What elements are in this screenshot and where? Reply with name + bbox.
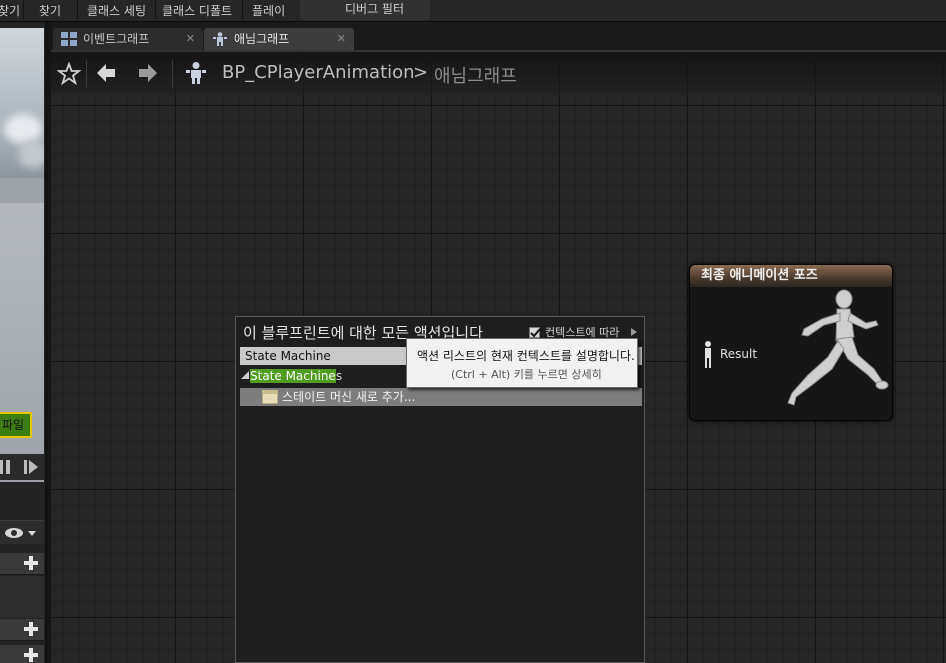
final-animation-pose-node[interactable]: 최종 애니메이션 포즈 Result: [689, 264, 893, 421]
tab-anim-graph[interactable]: 애님그래프 ✕: [204, 28, 354, 50]
tab-label: 이벤트그래프: [83, 32, 150, 46]
playback-controls: [0, 454, 44, 480]
toolbar-find-button[interactable]: 찾기: [39, 2, 61, 20]
tooltip-hint-text: (Ctrl + Alt) 키를 누르면 상세히: [451, 368, 602, 381]
pose-pin-icon[interactable]: [701, 340, 715, 370]
tooltip-main-text: 액션 리스트의 현재 컨텍스트를 설명합니다.: [417, 349, 635, 363]
node-title: 최종 애니메이션 포즈: [690, 265, 892, 287]
close-icon[interactable]: ✕: [186, 28, 195, 50]
panel-section-header: [0, 553, 44, 575]
context-sensitive-checkbox[interactable]: [529, 327, 541, 338]
debug-filter-dropdown[interactable]: 디버그 필터: [300, 0, 430, 20]
close-icon[interactable]: ✕: [337, 28, 346, 50]
tab-label: 애님그래프: [234, 32, 290, 46]
graph-tab-bar: 이벤트그래프 ✕ 애님그래프 ✕: [51, 22, 946, 50]
anim-graph-icon: [213, 32, 227, 46]
compile-button-label: 파일: [2, 418, 25, 432]
add-icon[interactable]: [24, 648, 38, 662]
list-item-add-state-machine[interactable]: 스테이트 머신 새로 추가...: [240, 388, 642, 406]
toolbar-divider: [23, 0, 24, 20]
toolbar-divider: [242, 0, 243, 20]
star-icon[interactable]: [57, 62, 81, 86]
viewport-floor: [0, 203, 44, 482]
search-highlight: State Machine: [250, 369, 336, 383]
step-forward-icon[interactable]: [24, 454, 40, 480]
back-arrow-icon[interactable]: [95, 62, 117, 84]
top-toolbar: 찾기 찾기 클래스 세팅 클래스 디폴트 플레이 디버그 필터: [0, 0, 946, 22]
toolbar-find-button-partial[interactable]: 찾기: [0, 2, 20, 20]
state-machine-icon: [262, 390, 278, 404]
toolbar-divider: [155, 0, 156, 20]
toolbar-class-settings-button[interactable]: 클래스 세팅: [87, 2, 146, 20]
panel-section-header: [0, 645, 44, 663]
panel-section-header: [0, 619, 44, 641]
toolbar-divider: [77, 0, 78, 20]
add-icon[interactable]: [24, 556, 38, 570]
graph-breadcrumb-bar: BP_CPlayerAnimation > 애님그래프: [51, 52, 946, 94]
breadcrumb-divider: [86, 60, 87, 88]
breadcrumb-current-graph: 애님그래프: [434, 66, 517, 87]
breadcrumb-blueprint-link[interactable]: BP_CPlayerAnimation: [222, 62, 415, 83]
add-icon[interactable]: [24, 622, 38, 636]
eye-icon: [5, 528, 36, 538]
toolbar-play-button[interactable]: 플레이: [252, 2, 285, 20]
viewport-cloud: [18, 140, 44, 168]
tab-event-graph[interactable]: 이벤트그래프 ✕: [53, 28, 203, 50]
breadcrumb-divider: [172, 60, 173, 88]
panel-section-body: [0, 576, 44, 618]
view-options-button[interactable]: [0, 520, 44, 544]
category-label-rest: s: [335, 369, 343, 383]
debug-filter-label: 디버그 필터: [345, 2, 405, 16]
list-item-label: 스테이트 머신 새로 추가...: [282, 390, 416, 404]
running-mannequin-icon: [787, 289, 889, 406]
toolbar-class-defaults-button[interactable]: 클래스 디폴트: [162, 2, 232, 20]
compile-button[interactable]: 파일: [0, 412, 32, 438]
anim-blueprint-icon: [186, 62, 206, 84]
chevron-right-icon: [631, 328, 637, 336]
category-label: State Machines: [250, 367, 342, 385]
event-graph-icon: [61, 32, 77, 46]
forward-arrow-icon[interactable]: [137, 62, 159, 84]
result-pin-label: Result: [720, 347, 758, 361]
breadcrumb-separator: >: [413, 62, 429, 83]
expand-triangle-icon[interactable]: [241, 371, 249, 379]
context-tooltip: 액션 리스트의 현재 컨텍스트를 설명합니다. (Ctrl + Alt) 키를 …: [406, 338, 638, 388]
